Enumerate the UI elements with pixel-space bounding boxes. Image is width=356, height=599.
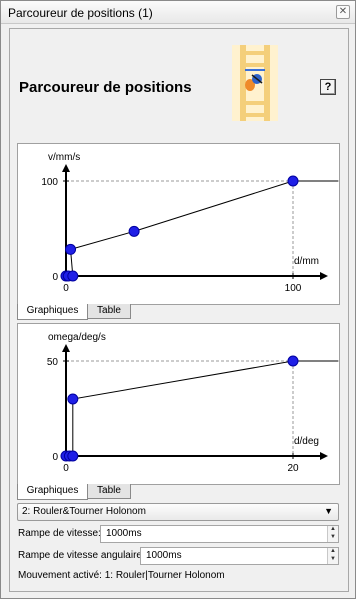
y-axis-label: omega/deg/s [48, 332, 106, 343]
arrow-down-icon[interactable]: ▼ [329, 556, 337, 563]
series-line [66, 180, 294, 277]
x-axis-label: d/deg [294, 436, 319, 447]
y-tick-label: 0 [52, 272, 58, 283]
tab-graphiques[interactable]: Graphiques [17, 484, 88, 500]
series-line [66, 360, 294, 457]
speed-ramp-value: 1000ms [106, 528, 142, 539]
tab-table[interactable]: Table [87, 484, 131, 499]
x-axis-arrow [320, 272, 328, 280]
x-axis-arrow [320, 452, 328, 460]
angular-ramp-value: 1000ms [146, 550, 182, 561]
data-point [128, 225, 140, 237]
tab-graphiques[interactable]: Graphiques [17, 304, 88, 320]
position-runner-logo-icon [232, 45, 278, 121]
data-point [67, 270, 79, 282]
speed-chart: 0 100 0 100 v/mm/s d/mm [17, 143, 340, 305]
mode-select-value: 2: Rouler&Tourner Holonom [22, 506, 146, 517]
x-tick-label: 0 [63, 283, 69, 294]
data-point [287, 355, 299, 367]
x-tick-label: 0 [63, 463, 69, 474]
y-axis-label: v/mm/s [48, 152, 80, 163]
active-motion-status: Mouvement activé: 1: Rouler|Tourner Holo… [18, 570, 225, 581]
y-axis-arrow [62, 344, 70, 352]
arrow-down-icon[interactable]: ▼ [329, 534, 337, 541]
speed-chart-tabs: Graphiques Table [17, 304, 338, 320]
speed-ramp-stepper: ▲ ▼ [327, 526, 338, 542]
tab-table[interactable]: Table [87, 304, 131, 319]
x-axis-label: d/mm [294, 256, 319, 267]
mode-select[interactable]: 2: Rouler&Tourner Holonom ▼ [17, 503, 339, 521]
angular-speed-chart-svg: 0 20 0 50 omega/deg/s d/deg [47, 332, 339, 474]
title-bar[interactable]: Parcoureur de positions (1) ✕ [1, 1, 355, 24]
arrow-up-icon[interactable]: ▲ [329, 526, 337, 533]
chevron-down-icon[interactable]: ▼ [324, 506, 333, 516]
y-tick-label: 0 [52, 452, 58, 463]
speed-ramp-label: Rampe de vitesse: [18, 528, 101, 539]
x-tick-label: 20 [287, 463, 299, 474]
help-button[interactable]: ? [320, 79, 336, 95]
data-point [65, 243, 77, 255]
speed-ramp-field[interactable]: 1000ms ▲ ▼ [100, 525, 339, 543]
data-point [67, 450, 79, 462]
angular-ramp-stepper: ▲ ▼ [327, 548, 338, 564]
y-tick-label: 100 [41, 177, 58, 188]
angular-ramp-label: Rampe de vitesse angulaire: [18, 550, 145, 561]
page-title: Parcoureur de positions [19, 79, 192, 96]
speed-chart-svg: 0 100 0 100 v/mm/s d/mm [41, 152, 339, 294]
x-tick-label: 100 [285, 283, 302, 294]
angular-chart-tabs: Graphiques Table [17, 484, 338, 500]
angular-ramp-field[interactable]: 1000ms ▲ ▼ [140, 547, 339, 565]
y-tick-label: 50 [47, 357, 59, 368]
data-point [67, 393, 79, 405]
y-axis-arrow [62, 164, 70, 172]
window-title: Parcoureur de positions (1) [8, 6, 153, 20]
window: Parcoureur de positions (1) ✕ Parcoureur… [0, 0, 356, 599]
angular-speed-chart: 0 20 0 50 omega/deg/s d/deg [17, 323, 340, 485]
data-point [287, 175, 299, 187]
close-icon[interactable]: ✕ [336, 5, 350, 19]
arrow-up-icon[interactable]: ▲ [329, 548, 337, 555]
